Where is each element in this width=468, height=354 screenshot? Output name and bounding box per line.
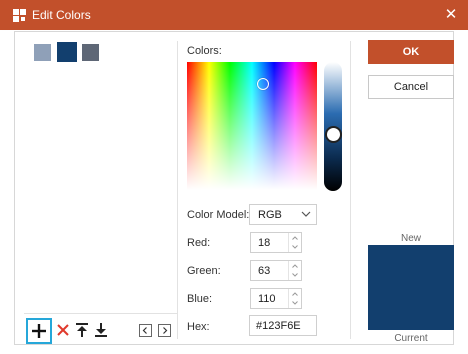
cancel-button[interactable]: Cancel xyxy=(368,75,454,99)
close-button[interactable]: ✕ xyxy=(442,6,460,24)
blue-stepper[interactable] xyxy=(288,289,301,308)
next-icon xyxy=(163,327,168,334)
move-to-bottom-button[interactable] xyxy=(92,321,110,339)
color-preview xyxy=(368,245,454,330)
hex-label: Hex: xyxy=(187,321,210,333)
red-value: 18 xyxy=(258,237,271,249)
move-to-bottom-icon xyxy=(95,323,107,337)
ok-button[interactable]: OK xyxy=(368,40,454,64)
new-color-label: New xyxy=(400,233,421,244)
red-field[interactable]: 18 xyxy=(250,232,302,253)
divider xyxy=(24,313,177,314)
colors-label: Colors: xyxy=(187,45,222,57)
hex-input[interactable]: #123F6E xyxy=(249,315,317,336)
divider xyxy=(350,41,351,339)
delete-icon xyxy=(57,324,69,336)
previous-icon xyxy=(142,327,147,334)
luminance-handle[interactable] xyxy=(325,126,342,143)
title-bar: Edit Colors ✕ xyxy=(0,0,468,30)
blue-field[interactable]: 110 xyxy=(250,288,302,309)
next-button[interactable] xyxy=(158,324,171,337)
blue-label: Blue: xyxy=(187,293,213,305)
swatch-selected[interactable] xyxy=(57,42,77,62)
swatch[interactable] xyxy=(34,44,51,61)
spin-arrows-icon xyxy=(292,292,298,305)
green-field[interactable]: 63 xyxy=(250,260,302,281)
close-icon: ✕ xyxy=(444,6,458,23)
delete-color-button[interactable] xyxy=(54,321,72,339)
red-stepper[interactable] xyxy=(288,233,301,252)
blue-value: 110 xyxy=(258,293,276,305)
hex-value: #123F6E xyxy=(256,320,301,332)
move-to-top-icon xyxy=(76,323,88,337)
previous-button[interactable] xyxy=(139,324,152,337)
green-stepper[interactable] xyxy=(288,261,301,280)
green-label: Green: xyxy=(187,265,221,277)
red-label: Red: xyxy=(187,237,211,249)
spin-arrows-icon xyxy=(292,236,298,249)
color-spectrum[interactable] xyxy=(187,62,317,190)
add-icon xyxy=(32,324,46,338)
color-model-select[interactable]: RGB xyxy=(249,204,317,225)
current-color-label: Current xyxy=(394,333,428,344)
divider xyxy=(177,41,178,339)
window-title: Edit Colors xyxy=(32,8,91,22)
add-color-button[interactable] xyxy=(26,318,52,344)
chevron-down-icon xyxy=(301,211,311,217)
move-to-top-button[interactable] xyxy=(73,321,91,339)
green-value: 63 xyxy=(258,265,271,277)
color-model-value: RGB xyxy=(258,209,282,221)
spin-arrows-icon xyxy=(292,264,298,277)
color-model-label: Color Model: xyxy=(187,209,250,221)
swatch[interactable] xyxy=(82,44,99,61)
spectrum-handle[interactable] xyxy=(257,78,269,90)
color-palette-icon xyxy=(13,9,26,22)
